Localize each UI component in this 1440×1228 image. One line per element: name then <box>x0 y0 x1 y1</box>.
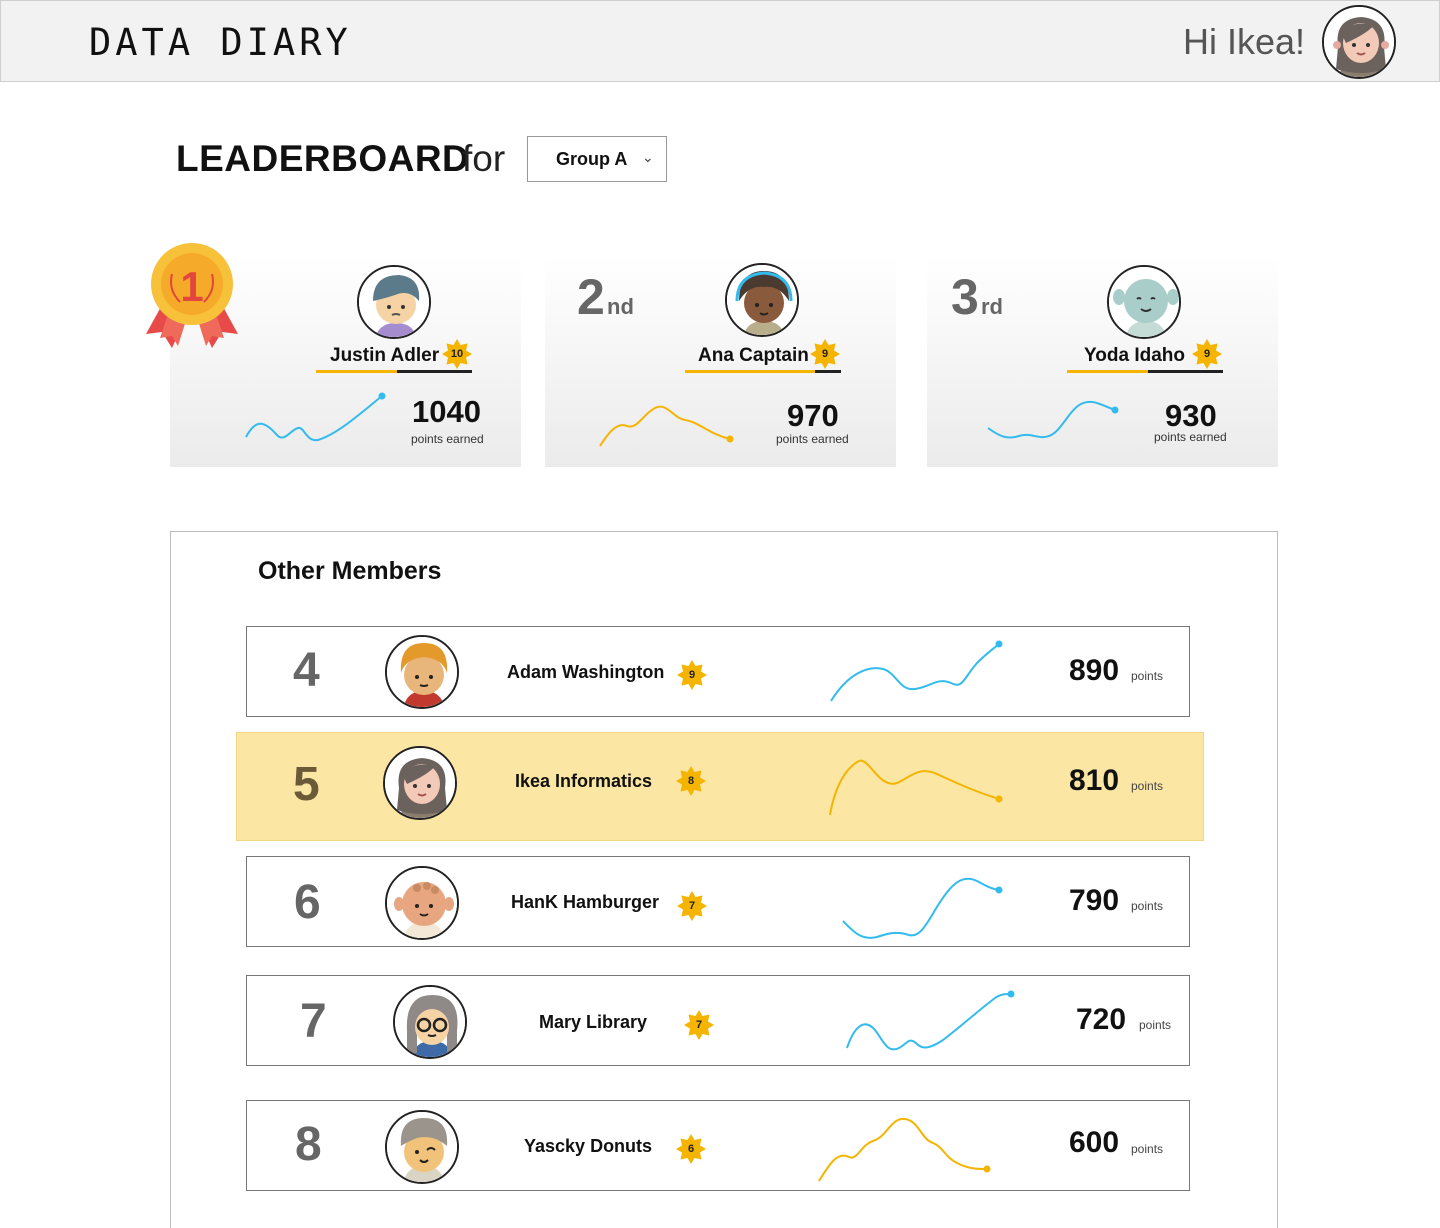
level-badge-value: 9 <box>688 669 696 681</box>
trend-sparkline <box>842 877 1003 939</box>
top-bar: DATA DIARY Hi Ikea! <box>0 0 1440 82</box>
member-name: Adam Washington <box>507 662 665 682</box>
points-label: points earned <box>1154 430 1227 444</box>
place-suffix: nd <box>607 294 634 319</box>
points-value: 930 <box>1165 398 1217 433</box>
member-name: HanK Hamburger <box>511 892 660 912</box>
avatar <box>385 1110 459 1184</box>
points-label: points <box>1131 779 1164 793</box>
level-badge: 7 <box>677 891 707 921</box>
level-progress-track <box>815 370 841 373</box>
rank-number: 4 <box>293 644 320 697</box>
leader-name: Ana Captain <box>698 345 809 366</box>
points-label: points earned <box>776 432 849 446</box>
level-progress-fill <box>316 370 397 373</box>
points-label: points <box>1131 899 1164 913</box>
chevron-down-icon: ⌄ <box>642 149 654 165</box>
member-row[interactable]: 8 Yascky Donuts 6 600 points <box>246 1100 1190 1191</box>
rank-number: 7 <box>300 995 327 1048</box>
page-title: LEADERBOARD <box>176 138 470 179</box>
member-name: Yascky Donuts <box>524 1136 653 1156</box>
points-label: points <box>1131 669 1164 683</box>
other-members-title: Other Members <box>258 557 442 585</box>
rank-number: 8 <box>295 1118 322 1171</box>
points-value: 720 <box>1076 1003 1127 1036</box>
avatar <box>385 866 459 940</box>
points-value: 810 <box>1069 764 1120 797</box>
avatar <box>385 635 459 709</box>
rank-number: 6 <box>294 876 321 929</box>
avatar <box>393 985 467 1059</box>
group-select-value: Group A <box>556 149 628 169</box>
level-badge: 9 <box>677 660 707 690</box>
place-number: 2 <box>577 269 605 325</box>
trend-sparkline <box>829 759 1003 816</box>
place-number: 3 <box>951 269 979 325</box>
group-select[interactable]: Group A ⌄ <box>527 136 667 182</box>
place-suffix: rd <box>981 294 1003 319</box>
leader-name: Justin Adler <box>330 345 440 366</box>
member-name: Mary Library <box>539 1012 648 1032</box>
avatar <box>725 263 799 337</box>
points-value: 1040 <box>412 394 481 429</box>
level-badge-value: 8 <box>687 775 695 787</box>
page-title-connector: for <box>462 138 506 179</box>
rank-number: 5 <box>293 758 320 811</box>
level-badge: 9 <box>1192 339 1222 369</box>
level-progress-fill <box>1067 370 1148 373</box>
points-label: points earned <box>411 432 484 446</box>
level-badge-value: 6 <box>687 1143 695 1155</box>
trend-sparkline <box>846 990 1015 1051</box>
points-value: 790 <box>1069 884 1120 917</box>
trend-sparkline <box>818 1117 991 1182</box>
member-row[interactable]: 6 HanK Hamburger 7 790 points <box>246 856 1190 947</box>
level-badge-value: 9 <box>1203 348 1211 360</box>
leader-card-3[interactable]: 3 rd Yoda Idaho 9 930 points earned <box>927 256 1278 467</box>
level-badge: 7 <box>684 1010 714 1040</box>
level-badge: 8 <box>676 766 706 796</box>
points-value: 600 <box>1069 1126 1120 1159</box>
level-progress-track <box>397 370 472 373</box>
points-value: 970 <box>787 398 839 433</box>
trend-sparkline <box>987 400 1119 439</box>
level-badge-value: 9 <box>821 348 829 360</box>
level-progress-fill <box>685 370 815 373</box>
user-greeting: Hi Ikea! <box>1182 21 1305 62</box>
points-value: 890 <box>1069 654 1120 687</box>
avatar <box>1107 265 1181 339</box>
leader-name: Yoda Idaho <box>1084 345 1185 366</box>
trend-sparkline <box>599 405 734 447</box>
level-badge: 6 <box>676 1134 706 1164</box>
level-badge-value: 7 <box>695 1019 703 1031</box>
points-label: points <box>1139 1018 1172 1032</box>
leader-card-2[interactable]: 2 nd Ana Captain 9 970 points earned <box>545 256 896 467</box>
member-row[interactable]: 7 Mary Library 7 720 points <box>246 975 1190 1066</box>
points-label: points <box>1131 1142 1164 1156</box>
level-badge-value: 10 <box>450 348 464 360</box>
trend-sparkline <box>830 640 1003 702</box>
level-progress-track <box>1148 370 1223 373</box>
level-badge: 9 <box>810 339 840 369</box>
member-row-current-user[interactable]: 5 Ikea Informatics 8 810 points <box>236 732 1204 841</box>
trend-sparkline <box>245 392 386 442</box>
first-place-medal-icon: 1 <box>142 242 242 354</box>
user-avatar-icon[interactable] <box>1322 5 1396 79</box>
brand-logo[interactable]: DATA DIARY <box>89 21 352 64</box>
avatar <box>383 746 457 820</box>
member-name: Ikea Informatics <box>515 771 653 791</box>
level-badge: 10 <box>442 339 472 369</box>
medal-number: 1 <box>180 263 203 310</box>
member-row[interactable]: 4 Adam Washington 9 890 points <box>246 626 1190 717</box>
level-badge-value: 7 <box>688 900 696 912</box>
avatar <box>357 265 431 339</box>
